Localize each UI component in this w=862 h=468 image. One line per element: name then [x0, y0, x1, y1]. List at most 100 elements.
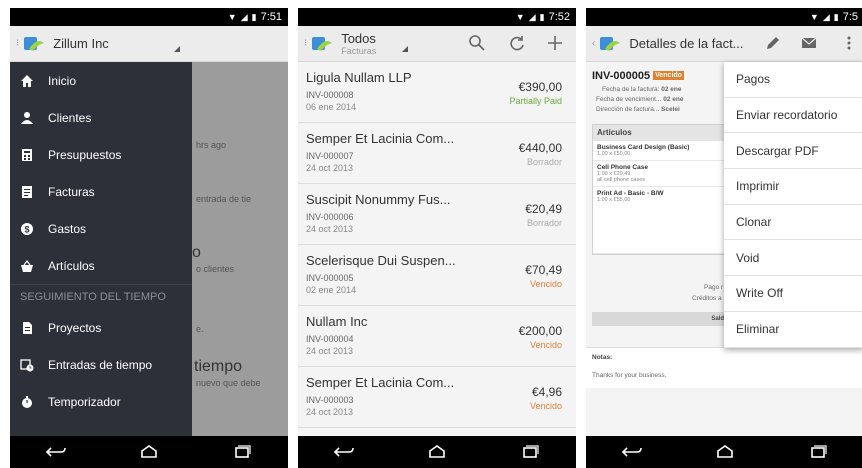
invoice-row[interactable]: Semper Et Lacinia Com... INV-000007 24 o…	[298, 123, 576, 184]
edit-icon[interactable]	[764, 34, 782, 52]
drawer-item-label: Entradas de tiempo	[48, 357, 153, 372]
drawer-item-label: Proyectos	[48, 320, 102, 335]
notes-label: Notas:	[592, 354, 613, 361]
svg-text:$: $	[24, 224, 29, 234]
invoice-number: INV-000003	[306, 395, 354, 405]
back-icon[interactable]	[331, 443, 357, 461]
wifi-icon: ▼	[809, 12, 819, 22]
invoice-client: Ligula Nullam LLP	[306, 70, 412, 85]
menu-item-clonar[interactable]: Clonar	[724, 205, 862, 241]
search-icon[interactable]	[468, 34, 486, 52]
calculator-icon	[22, 148, 32, 161]
invoice-amount: €70,49	[525, 263, 562, 277]
wifi-icon: ▼	[515, 12, 525, 22]
invoice-row[interactable]: Scelerisque Dui Suspen... INV-000005 02 …	[298, 245, 576, 306]
status-bar: ▼ ◢ ▮ 7:52	[298, 8, 576, 26]
menu-item-imprimir[interactable]: Imprimir	[724, 169, 862, 205]
invoice-number: INV-000008	[306, 90, 354, 100]
meta-value: 02 ene	[663, 96, 684, 103]
invoice-number: INV-000004	[306, 334, 354, 344]
menu-item-write-off[interactable]: Write Off	[724, 276, 862, 312]
invoice-row[interactable]: Suscipit Nonummy Fus... INV-000006 24 oc…	[298, 184, 576, 245]
system-nav-bar	[586, 436, 862, 468]
dimmed-text: entrada de tie	[196, 194, 252, 204]
invoice-header: INV-000005 Vencido	[592, 70, 684, 82]
drawer-item-label: Facturas	[48, 184, 95, 199]
drawer-item-gastos[interactable]: $ Gastos	[10, 210, 192, 247]
filter-selector[interactable]: Todos Facturas	[341, 31, 376, 56]
home-button-icon[interactable]	[136, 443, 162, 461]
refresh-icon[interactable]	[508, 34, 526, 52]
navigation-drawer: Inicio Clientes Presupuestos Facturas $ …	[10, 62, 192, 436]
signal-icon: ◢	[822, 11, 830, 22]
invoice-client: Scelerisque Dui Suspen...	[306, 253, 456, 268]
invoice-date: 24 oct 2013	[306, 346, 354, 356]
invoice-date: 24 oct 2013	[306, 163, 354, 173]
back-icon[interactable]	[619, 443, 645, 461]
invoice-row[interactable]: Semper Et Lacinia Com... INV-000003 24 o…	[298, 367, 576, 428]
drawer-item-label: Temporizador	[48, 394, 121, 409]
calendar-clock-icon	[20, 358, 34, 371]
drawer-item-clientes[interactable]: Clientes	[10, 99, 192, 136]
filter-title: Todos	[341, 31, 376, 46]
wifi-icon: ▼	[227, 12, 237, 22]
up-arrow-icon[interactable]: ‹	[592, 38, 595, 49]
email-icon[interactable]	[800, 34, 818, 52]
drawer-item-articulos[interactable]: Artículos	[10, 247, 192, 284]
filter-dropdown-icon[interactable]	[402, 46, 408, 52]
meta-due-date: Fecha de vencimient... 02 ene	[596, 96, 683, 103]
menu-item-enviar-recordatorio[interactable]: Enviar recordatorio	[724, 98, 862, 134]
drawer-indicator-icon[interactable]: ⁝	[304, 38, 307, 49]
recents-icon[interactable]	[805, 443, 831, 461]
drawer-item-facturas[interactable]: Facturas	[10, 173, 192, 210]
app-bar[interactable]: ⁝ Zillum Inc	[10, 26, 288, 62]
home-button-icon[interactable]	[424, 443, 450, 461]
recents-icon[interactable]	[517, 443, 543, 461]
menu-item-eliminar[interactable]: Eliminar	[724, 312, 862, 348]
dimmed-text: nuevo que debe	[196, 378, 261, 388]
filter-subtitle: Facturas	[341, 46, 377, 56]
invoice-row[interactable]: Ligula Nullam LLP INV-000008 06 ene 2014…	[298, 62, 576, 123]
drawer-item-presupuestos[interactable]: Presupuestos	[10, 136, 192, 173]
status-time: 7:51	[260, 11, 282, 23]
invoice-row[interactable]: Nullam Inc INV-000004 24 oct 2013 €200,0…	[298, 306, 576, 367]
account-name[interactable]: Zillum Inc	[53, 36, 109, 51]
recents-icon[interactable]	[229, 443, 255, 461]
app-logo-icon[interactable]	[311, 35, 333, 53]
invoice-status: Vencido	[529, 340, 562, 350]
basket-icon	[21, 259, 33, 272]
drawer-item-inicio[interactable]: Inicio	[10, 62, 192, 99]
app-logo-icon	[24, 36, 45, 51]
invoice-date: 02 ene 2014	[306, 285, 357, 295]
notes-text: Thanks for your business.	[592, 372, 667, 379]
invoice-number: INV-000005	[306, 273, 354, 283]
menu-item-void[interactable]: Void	[724, 240, 862, 277]
document-icon	[23, 321, 32, 334]
menu-item-descargar-pdf[interactable]: Descargar PDF	[724, 133, 862, 170]
app-logo-icon[interactable]	[599, 35, 621, 53]
drawer-item-label: Gastos	[48, 221, 87, 236]
drawer-item-label: Inicio	[48, 73, 77, 88]
system-nav-bar	[10, 436, 288, 468]
invoice-client: Semper Et Lacinia Com...	[306, 375, 455, 390]
status-time: 7:52	[548, 11, 570, 23]
drawer-item-temporizador[interactable]: Temporizador	[10, 383, 192, 420]
account-dropdown-icon[interactable]	[174, 46, 180, 52]
status-bar: ▼ ◢ ▮ 7:51	[10, 8, 288, 26]
invoice-amount: €200,00	[518, 324, 562, 338]
back-icon[interactable]	[43, 443, 69, 461]
add-icon[interactable]	[546, 34, 564, 52]
drawer-item-label: Presupuestos	[48, 147, 122, 162]
meta-billing-address: Dirección de factura... Scelei	[596, 106, 680, 113]
drawer-item-proyectos[interactable]: Proyectos	[10, 309, 192, 346]
invoice-status: Borrador	[526, 218, 562, 228]
menu-item-pagos[interactable]: Pagos	[724, 62, 862, 98]
home-button-icon[interactable]	[712, 443, 738, 461]
page-title: Detalles de la fact...	[629, 36, 744, 51]
notes-section: Notas: Thanks for your business.	[586, 347, 862, 388]
drawer-item-entradas-de-tiempo[interactable]: Entradas de tiempo	[10, 346, 192, 383]
overflow-menu-icon[interactable]	[840, 34, 858, 52]
invoice-list: Ligula Nullam LLP INV-000008 06 ene 2014…	[298, 62, 576, 436]
dollar-icon: $	[21, 222, 33, 235]
meta-label: Fecha de vencimient...	[596, 96, 662, 103]
